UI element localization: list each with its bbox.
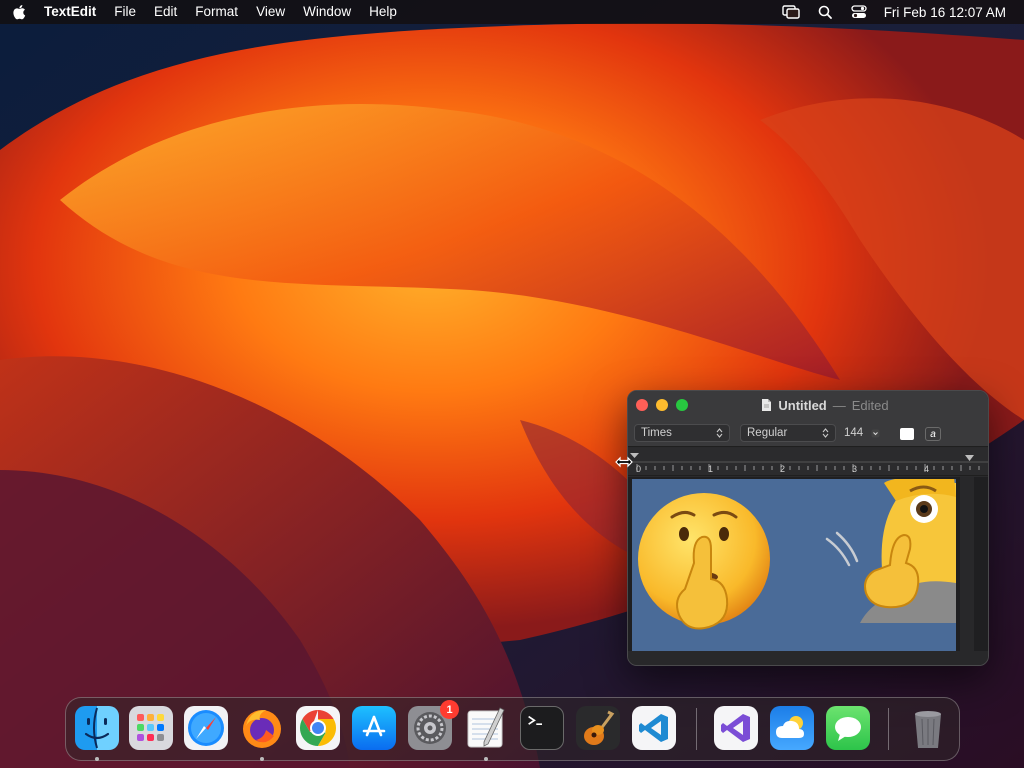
right-margin-marker[interactable] bbox=[965, 455, 974, 461]
shushing-emoji-image bbox=[632, 479, 956, 651]
chevron-down-icon[interactable] bbox=[871, 429, 880, 438]
running-indicator bbox=[484, 757, 488, 761]
dock-separator bbox=[696, 708, 697, 750]
format-toolbar: Times Regular 144 a bbox=[628, 419, 988, 447]
menu-file[interactable]: File bbox=[105, 0, 145, 24]
menu-format[interactable]: Format bbox=[186, 0, 247, 24]
ruler-tick-3: 3 bbox=[852, 464, 858, 474]
launchpad-icon[interactable] bbox=[129, 706, 173, 750]
document-text-area[interactable] bbox=[628, 477, 988, 653]
ruler-tick-1: 1 bbox=[708, 464, 714, 474]
finder-icon[interactable] bbox=[75, 706, 119, 750]
textedit-icon[interactable] bbox=[464, 706, 508, 750]
ruler[interactable]: 0 1 2 3 4 bbox=[628, 448, 988, 476]
vscode-icon[interactable] bbox=[632, 706, 676, 750]
document-icon[interactable] bbox=[761, 398, 772, 412]
title-separator: — bbox=[832, 397, 846, 413]
ruler-scale bbox=[628, 453, 988, 472]
apple-menu-icon[interactable] bbox=[0, 4, 38, 20]
control-center-icon[interactable] bbox=[842, 0, 876, 24]
dock: 1 bbox=[65, 697, 960, 761]
running-indicator bbox=[95, 757, 99, 761]
menu-help[interactable]: Help bbox=[360, 0, 406, 24]
ruler-tick-2: 2 bbox=[780, 464, 786, 474]
text-style-button[interactable]: a bbox=[925, 427, 941, 441]
safari-icon[interactable] bbox=[184, 706, 228, 750]
ruler-tick-0: 0 bbox=[636, 464, 642, 474]
font-size-combo[interactable]: 144 bbox=[842, 424, 888, 442]
edited-status: Edited bbox=[851, 397, 889, 413]
menu-edit[interactable]: Edit bbox=[145, 0, 186, 24]
document-title: Untitled bbox=[778, 397, 827, 413]
chrome-icon[interactable] bbox=[296, 706, 340, 750]
dock-separator bbox=[888, 708, 889, 750]
running-indicator bbox=[260, 757, 264, 761]
font-size-value[interactable]: 144 bbox=[844, 427, 863, 439]
visual-studio-icon[interactable] bbox=[714, 706, 758, 750]
menu-bar: TextEdit File Edit Format View Window He… bbox=[0, 0, 1024, 24]
menu-window[interactable]: Window bbox=[294, 0, 360, 24]
firefox-icon[interactable] bbox=[240, 706, 284, 750]
menu-view[interactable]: View bbox=[247, 0, 294, 24]
menubar-clock[interactable]: Fri Feb 16 12:07 AM bbox=[876, 5, 1024, 20]
textedit-window: Untitled — Edited Times Regular 144 a 0 … bbox=[627, 390, 989, 666]
typeface-value: Regular bbox=[747, 427, 788, 439]
menu-app-name[interactable]: TextEdit bbox=[38, 0, 105, 24]
chevron-updown-icon bbox=[716, 428, 723, 438]
text-color-well[interactable] bbox=[900, 428, 914, 440]
messages-icon[interactable] bbox=[826, 706, 870, 750]
font-family-value: Times bbox=[641, 427, 672, 439]
chevron-updown-icon bbox=[822, 428, 829, 438]
screen-mirroring-icon[interactable] bbox=[774, 0, 808, 24]
pasted-image[interactable] bbox=[632, 479, 956, 651]
font-family-popup[interactable]: Times bbox=[634, 424, 730, 442]
ruler-tick-4: 4 bbox=[924, 464, 930, 474]
typeface-popup[interactable]: Regular bbox=[740, 424, 836, 442]
weather-icon[interactable] bbox=[770, 706, 814, 750]
vertical-scrollbar[interactable] bbox=[960, 477, 974, 653]
terminal-icon[interactable] bbox=[520, 706, 564, 750]
garageband-icon[interactable] bbox=[576, 706, 620, 750]
resize-cursor-icon bbox=[615, 455, 633, 474]
horizontal-scrollbar[interactable] bbox=[628, 651, 988, 665]
trash-icon[interactable] bbox=[906, 706, 950, 750]
window-titlebar[interactable]: Untitled — Edited bbox=[628, 391, 988, 419]
search-icon[interactable] bbox=[808, 0, 842, 24]
notification-badge: 1 bbox=[440, 700, 459, 719]
app-store-icon[interactable] bbox=[352, 706, 396, 750]
window-title: Untitled — Edited bbox=[628, 391, 988, 419]
